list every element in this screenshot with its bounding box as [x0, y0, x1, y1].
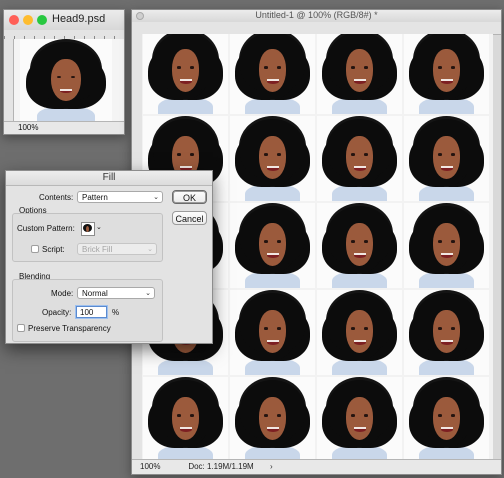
small-document-window[interactable]: Head9.psd 100% — [3, 9, 125, 135]
document-size-info: Doc: 1.19M/1.19M — [188, 462, 254, 471]
cancel-button[interactable]: Cancel — [172, 211, 207, 225]
pattern-tile — [230, 290, 315, 375]
pattern-tile — [143, 34, 228, 114]
pattern-tile — [230, 116, 315, 201]
pattern-swatch[interactable] — [81, 222, 95, 236]
pattern-tile — [317, 34, 402, 114]
zoom-icon[interactable] — [37, 15, 47, 25]
main-window-status: 100% Doc: 1.19M/1.19M › — [132, 459, 501, 474]
script-checkbox[interactable] — [31, 245, 39, 253]
pattern-chevron-down-icon[interactable]: ⌄ — [96, 223, 102, 231]
pattern-tile — [317, 203, 402, 288]
custom-pattern-label: Custom Pattern: — [17, 224, 75, 233]
close-icon[interactable] — [136, 12, 144, 20]
pattern-tile — [317, 116, 402, 201]
contents-select[interactable]: Pattern ⌄ — [77, 191, 163, 203]
status-menu-chevron-icon[interactable]: › — [270, 460, 273, 474]
fill-dialog[interactable]: Fill Contents: Pattern ⌄ OK Cancel Option… — [5, 170, 213, 344]
vertical-ruler — [4, 39, 14, 122]
minimize-icon[interactable] — [23, 15, 33, 25]
pattern-tile — [404, 377, 489, 459]
small-window-title: Head9.psd — [52, 13, 106, 25]
chevron-updown-icon: ⌄ — [147, 246, 153, 253]
opacity-unit: % — [112, 308, 120, 317]
pattern-tile — [404, 290, 489, 375]
small-window-titlebar[interactable]: Head9.psd — [4, 10, 124, 31]
contents-label: Contents: — [39, 193, 74, 202]
mode-select[interactable]: Normal ⌄ — [77, 287, 155, 299]
preserve-transparency-checkbox[interactable] — [17, 324, 25, 332]
main-window-zoom[interactable]: 100% — [140, 460, 160, 474]
small-window-zoom: 100% — [18, 123, 39, 132]
portrait-image — [20, 39, 112, 122]
opacity-input[interactable]: 100 — [76, 306, 107, 318]
pattern-tile — [317, 377, 402, 459]
opacity-label: Opacity: — [42, 308, 72, 317]
chevron-updown-icon: ⌄ — [153, 194, 159, 201]
pattern-tile — [404, 34, 489, 114]
pattern-tile — [230, 34, 315, 114]
main-window-title: Untitled-1 @ 100% (RGB/8#) * — [255, 10, 378, 20]
chevron-updown-icon: ⌄ — [145, 290, 151, 297]
preserve-transparency-label: Preserve Transparency — [28, 324, 111, 333]
fill-dialog-title: Fill — [6, 171, 212, 186]
small-window-canvas[interactable] — [14, 39, 124, 122]
pattern-tile — [317, 290, 402, 375]
mode-label: Mode: — [51, 289, 74, 298]
pattern-tile — [404, 203, 489, 288]
pattern-tile — [404, 116, 489, 201]
script-label: Script: — [42, 245, 65, 254]
pattern-tile — [230, 377, 315, 459]
pattern-tile — [230, 203, 315, 288]
small-window-status: 100% — [4, 121, 124, 134]
close-icon[interactable] — [9, 15, 19, 25]
script-select[interactable]: Brick Fill ⌄ — [77, 243, 157, 255]
pattern-tile — [143, 377, 228, 459]
ok-button[interactable]: OK — [172, 190, 207, 204]
